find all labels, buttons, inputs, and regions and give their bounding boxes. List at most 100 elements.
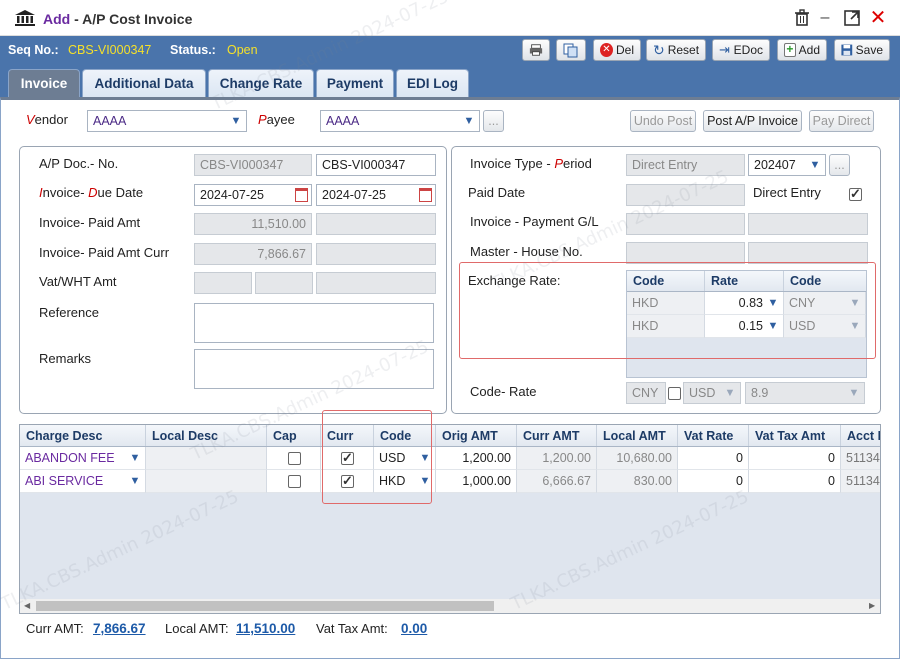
header-charge-desc: Charge Desc: [20, 425, 146, 446]
reset-button[interactable]: ↻ Reset: [646, 39, 706, 61]
trash-icon[interactable]: [792, 8, 812, 28]
direct-entry-checkbox[interactable]: [849, 186, 862, 202]
undo-post-button[interactable]: Undo Post: [630, 110, 696, 132]
cap-checkbox[interactable]: [288, 475, 301, 488]
tab-invoice[interactable]: Invoice: [8, 69, 80, 97]
vendor-select[interactable]: AAAA ▼: [87, 110, 247, 132]
row-vat-tax-amt[interactable]: 0: [749, 470, 841, 493]
row-vat-tax-amt[interactable]: 0: [749, 447, 841, 470]
row-vat-rate[interactable]: 0: [678, 447, 749, 470]
refresh-icon: ↻: [652, 42, 665, 58]
curr-checkbox[interactable]: [341, 450, 354, 466]
chevron-down-icon: ▼: [419, 475, 431, 487]
chevron-down-icon: ▼: [849, 320, 861, 332]
header-curr-amt: Curr AMT: [517, 425, 597, 446]
vat-tax-amt-value[interactable]: 0.00: [401, 621, 427, 636]
row-orig-amt[interactable]: 1,000.00: [436, 470, 517, 493]
reference-label: Reference: [39, 305, 99, 320]
row-charge-desc[interactable]: ABANDON FEE ▼: [20, 447, 146, 470]
row-local-amt: 10,680.00: [597, 447, 678, 470]
calendar-icon[interactable]: [295, 188, 308, 202]
row-orig-amt[interactable]: 1,200.00: [436, 447, 517, 470]
row-local-desc: [146, 470, 267, 493]
tab-additional-data[interactable]: Additional Data: [82, 69, 206, 97]
row-curr-amt: 6,666.67: [517, 470, 597, 493]
invoice-date-field[interactable]: 2024-07-25: [194, 184, 312, 206]
local-amt-label: Local AMT:: [165, 621, 229, 636]
fx-row-rate[interactable]: 0.15 ▼: [705, 315, 784, 338]
row-local-desc: [146, 447, 267, 470]
seq-value: CBS-VI000347: [68, 43, 152, 57]
due-date-field[interactable]: 2024-07-25: [316, 184, 436, 206]
charges-header: Charge Desc Local Desc Cap Curr Code Ori…: [20, 425, 880, 447]
paid-amt-field: 11,510.00: [194, 213, 312, 235]
edoc-button[interactable]: ⇥ EDoc: [712, 39, 770, 61]
row-acct: 511340: [841, 447, 880, 470]
payee-select[interactable]: AAAA ▼: [320, 110, 480, 132]
remarks-textarea[interactable]: [194, 349, 434, 389]
row-cap-cell: [267, 447, 321, 470]
horizontal-scrollbar[interactable]: ◀ ▶: [20, 599, 880, 613]
direct-entry-label: Direct Entry: [753, 185, 821, 200]
period-more-button[interactable]: ...: [829, 154, 850, 176]
curr-checkbox[interactable]: [341, 473, 354, 489]
paid-amt-label: Invoice- Paid Amt: [39, 215, 141, 230]
scrollbar-thumb[interactable]: [36, 601, 494, 611]
doc-no-field-2[interactable]: CBS-VI000347: [316, 154, 436, 176]
code-rate-to-select: USD ▼: [683, 382, 741, 404]
maximize-icon[interactable]: [842, 8, 862, 28]
print-button[interactable]: [522, 39, 550, 61]
pay-direct-button[interactable]: Pay Direct: [809, 110, 874, 132]
bank-icon: [15, 10, 35, 26]
curr-amt-value[interactable]: 7,866.67: [93, 621, 146, 636]
seq-label: Seq No.:: [8, 43, 59, 57]
row-vat-rate[interactable]: 0: [678, 470, 749, 493]
doc-no-field-1[interactable]: CBS-VI000347: [194, 154, 312, 176]
fx-row-rate[interactable]: 0.83 ▼: [705, 292, 784, 315]
delete-button[interactable]: ✕ Del: [593, 39, 641, 61]
tab-strip: Invoice Additional Data Change Rate Paym…: [0, 65, 900, 97]
header-curr: Curr: [321, 425, 374, 446]
window-title-text: A/P Cost Invoice: [82, 11, 193, 27]
chevron-down-icon: ▼: [230, 115, 242, 127]
add-button[interactable]: + Add: [777, 39, 827, 61]
row-code[interactable]: HKD ▼: [374, 470, 436, 493]
status-value: Open: [227, 43, 258, 57]
tab-change-rate[interactable]: Change Rate: [208, 69, 314, 97]
add-label: Add: [798, 43, 820, 57]
header-orig-amt: Orig AMT: [436, 425, 517, 446]
local-amt-value[interactable]: 11,510.00: [236, 621, 295, 636]
period-select[interactable]: 202407 ▼: [748, 154, 826, 176]
copy-button[interactable]: [556, 39, 586, 61]
delete-icon: ✕: [600, 43, 613, 57]
header-local-desc: Local Desc: [146, 425, 267, 446]
paid-amt-field-2: [316, 213, 436, 235]
code-rate-checkbox[interactable]: [668, 387, 681, 400]
calendar-icon[interactable]: [419, 188, 432, 202]
row-cap-cell: [267, 470, 321, 493]
close-icon[interactable]: ✕: [868, 8, 888, 28]
scroll-left-icon[interactable]: ◀: [24, 601, 30, 610]
payee-more-button[interactable]: ...: [483, 110, 504, 132]
reset-label: Reset: [667, 43, 700, 57]
post-ap-invoice-button[interactable]: Post A/P Invoice: [703, 110, 802, 132]
tab-edi-log[interactable]: EDI Log: [396, 69, 469, 97]
vat-field-3: [316, 272, 436, 294]
cap-checkbox[interactable]: [288, 452, 301, 465]
chevron-down-icon: ▼: [129, 452, 141, 464]
row-code[interactable]: USD ▼: [374, 447, 436, 470]
totals-bar: Curr AMT: 7,866.67 Local AMT: 11,510.00 …: [19, 614, 881, 642]
reference-textarea[interactable]: [194, 303, 434, 343]
scroll-right-icon[interactable]: ▶: [869, 601, 875, 610]
header-cap: Cap: [267, 425, 321, 446]
save-button[interactable]: Save: [834, 39, 890, 61]
row-charge-desc[interactable]: ABI SERVICE ▼: [20, 470, 146, 493]
copy-icon: [563, 43, 578, 57]
fx-header-rate: Rate: [705, 271, 784, 291]
tab-payment[interactable]: Payment: [316, 69, 394, 97]
status-label: Status.:: [170, 43, 216, 57]
master-house-label: Master - House No.: [470, 244, 583, 259]
minimize-icon[interactable]: –: [815, 8, 835, 28]
vat-field-2: [255, 272, 313, 294]
fx-header-code: Code: [627, 271, 705, 291]
